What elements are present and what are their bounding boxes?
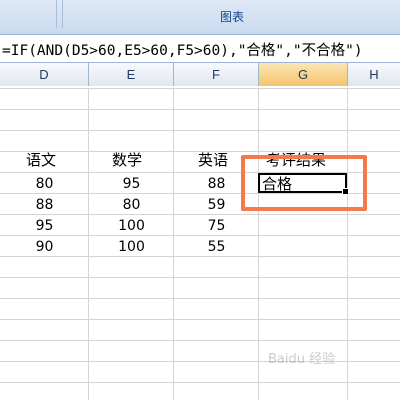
column-headers: D E F G H <box>0 63 400 87</box>
cell-chinese[interactable]: 80 <box>0 174 89 195</box>
watermark: Baidu 经验 <box>268 352 336 367</box>
cell-math[interactable]: 80 <box>89 195 174 216</box>
cell-english[interactable]: 75 <box>174 216 259 237</box>
cell-math[interactable]: 100 <box>89 237 174 258</box>
ribbon: 图表 <box>0 0 400 35</box>
ribbon-left-group[interactable] <box>0 0 57 28</box>
ribbon-separator <box>62 0 63 28</box>
cell-chinese[interactable]: 95 <box>0 216 89 237</box>
cell-math[interactable]: 95 <box>89 174 174 195</box>
column-header-d[interactable]: D <box>0 63 89 86</box>
column-header-f[interactable]: F <box>174 63 259 86</box>
column-header-e[interactable]: E <box>89 63 174 86</box>
cell-header-english[interactable]: 英语 <box>198 150 228 171</box>
ribbon-group-label: 图表 <box>219 10 244 24</box>
column-header-g[interactable]: G <box>259 63 348 86</box>
column-header-h[interactable]: H <box>348 63 400 86</box>
cell-math[interactable]: 100 <box>89 216 174 237</box>
formula-bar[interactable]: =IF(AND(D5>60,E5>60,F5>60),"合格","不合格") <box>0 35 400 63</box>
highlight-annotation <box>241 155 367 211</box>
cell-header-chinese[interactable]: 语文 <box>26 150 56 171</box>
formula-input[interactable]: =IF(AND(D5>60,E5>60,F5>60),"合格","不合格") <box>2 39 363 60</box>
cell-chinese[interactable]: 90 <box>0 237 89 258</box>
cell-header-math[interactable]: 数学 <box>112 150 142 171</box>
cell-chinese[interactable]: 88 <box>0 195 89 216</box>
cell-english[interactable]: 55 <box>174 237 259 258</box>
